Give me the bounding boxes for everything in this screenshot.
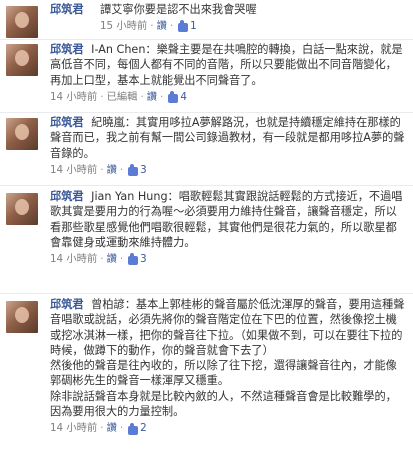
like-button[interactable]: 讚 [157,19,167,34]
like-icon [128,253,139,266]
comment-meta: 14 小時前 · 讚 · 3 [50,252,407,267]
like-icon [128,422,139,435]
separator: · [100,90,104,103]
like-button[interactable]: 讚 [107,163,117,178]
comment-time[interactable]: 14 小時前 [50,163,97,178]
comment-time[interactable]: 14 小時前 [50,421,97,436]
like-button[interactable]: 讚 [107,421,117,436]
comment-meta: 14 小時前 · 讚 · 2 [50,421,407,436]
like-icon [128,164,139,177]
like-icon [178,20,189,33]
avatar[interactable] [6,44,38,76]
separator: · [160,90,164,103]
comment-author[interactable]: 邱筑君 [50,2,84,17]
comment-text: I-An Chen：樂聲主要是在共鳴腔的轉換，白話一點來說，就是高低音不同，每個… [50,43,403,87]
comment-item: 邱筑君 曾柏諺：基本上郭桂彬的聲音屬於低沈渾厚的聲音，要用這種聲音唱歌或說話，必… [0,297,413,447]
comment-meta: 15 小時前 · 讚 · 1 [100,19,407,34]
separator: · [119,422,124,435]
comment-text: 曾柏諺：基本上郭桂彬的聲音屬於低沈渾厚的聲音，要用這種聲音唱歌或說話，必須先將你… [50,298,405,419]
comment-meta: 14 小時前 · 讚 · 3 [50,163,407,178]
separator: · [140,90,144,103]
comment-time[interactable]: 14 小時前 [50,252,97,267]
like-button[interactable]: 讚 [107,252,117,267]
comment-thread: 譚艾寧你要是認不出來我會哭喔 15 小時前 · 讚 · 1 邱筑君 I-An C… [0,0,413,450]
comment-time[interactable]: 15 小時前 [100,19,147,34]
divider [0,293,413,294]
avatar[interactable] [6,193,38,225]
comment-item: 邱筑君 紀曉嵐：其實用哆拉A夢解路況，也就是持續穩定維持在那樣的聲音而已，我之前… [0,114,413,184]
like-count[interactable]: 4 [180,90,187,105]
avatar[interactable] [6,6,38,38]
separator: · [119,163,124,176]
comment-text: 譚艾寧你要是認不出來我會哭喔 [100,3,257,16]
like-icon [168,91,179,104]
divider [0,185,413,186]
separator: · [150,20,154,33]
separator: · [100,163,104,176]
separator: · [119,253,124,266]
like-count[interactable]: 3 [140,163,147,178]
separator: · [169,20,174,33]
comment-author[interactable]: 邱筑君 [50,190,84,203]
avatar[interactable] [6,118,38,150]
comment-author[interactable]: 邱筑君 [50,116,84,129]
like-count[interactable]: 1 [190,19,197,34]
comment-text: 紀曉嵐：其實用哆拉A夢解路況，也就是持續穩定維持在那樣的聲音而已，我之前有幫一間… [50,116,405,160]
comment-author[interactable]: 邱筑君 [50,298,84,311]
comment-author[interactable]: 邱筑君 [50,43,84,56]
like-count[interactable]: 2 [140,421,147,436]
like-count[interactable]: 3 [140,252,147,267]
comment-text: Jian Yan Hung：唱歌輕鬆其實跟說話輕鬆的方式接近，不過唱歌其實是要用… [50,190,403,249]
separator: · [100,422,104,435]
like-button[interactable]: 讚 [147,90,157,105]
divider [0,112,413,113]
comment-meta: 14 小時前 · 已編輯 · 讚 · 4 [50,90,407,105]
comment-item: 邱筑君 Jian Yan Hung：唱歌輕鬆其實跟說話輕鬆的方式接近，不過唱歌其… [0,189,413,289]
comment-item: 邱筑君 I-An Chen：樂聲主要是在共鳴腔的轉換，白話一點來說，就是高低音不… [0,41,413,111]
avatar[interactable] [6,301,38,333]
divider [0,39,413,40]
separator: · [100,253,104,266]
edited-label[interactable]: 已編輯 [107,90,138,105]
comment-time[interactable]: 14 小時前 [50,90,97,105]
